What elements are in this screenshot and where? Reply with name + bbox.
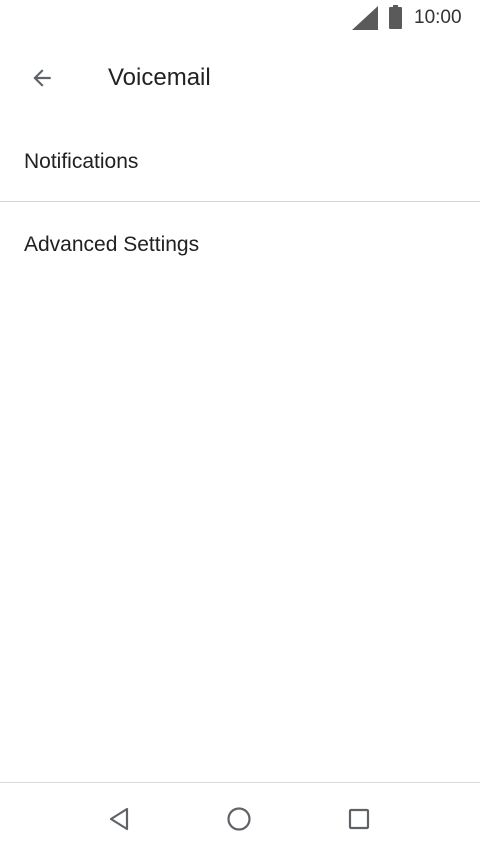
voicemail-settings-screen: 10:00 Voicemail Notifications Advanced S… — [0, 0, 480, 854]
back-button[interactable] — [18, 56, 66, 100]
nav-back-button[interactable] — [99, 801, 139, 837]
toolbar: Voicemail — [0, 36, 480, 120]
cell-signal-icon — [352, 6, 378, 30]
settings-item-label: Advanced Settings — [24, 233, 200, 256]
arrow-back-icon — [33, 69, 51, 87]
status-clock: 10:00 — [414, 7, 462, 28]
settings-item-label: Notifications — [24, 150, 139, 173]
settings-item-advanced-settings[interactable]: Advanced Settings — [0, 202, 480, 284]
triangle-back-icon — [109, 807, 129, 831]
square-recents-icon — [348, 808, 370, 830]
settings-item-notifications[interactable]: Notifications — [0, 120, 480, 202]
page-title: Voicemail — [108, 64, 211, 91]
status-bar: 10:00 — [0, 0, 480, 36]
nav-recents-button[interactable] — [339, 801, 379, 837]
nav-home-button[interactable] — [219, 801, 259, 837]
battery-icon — [389, 5, 402, 29]
navigation-bar — [0, 782, 480, 854]
circle-home-icon — [227, 807, 251, 831]
